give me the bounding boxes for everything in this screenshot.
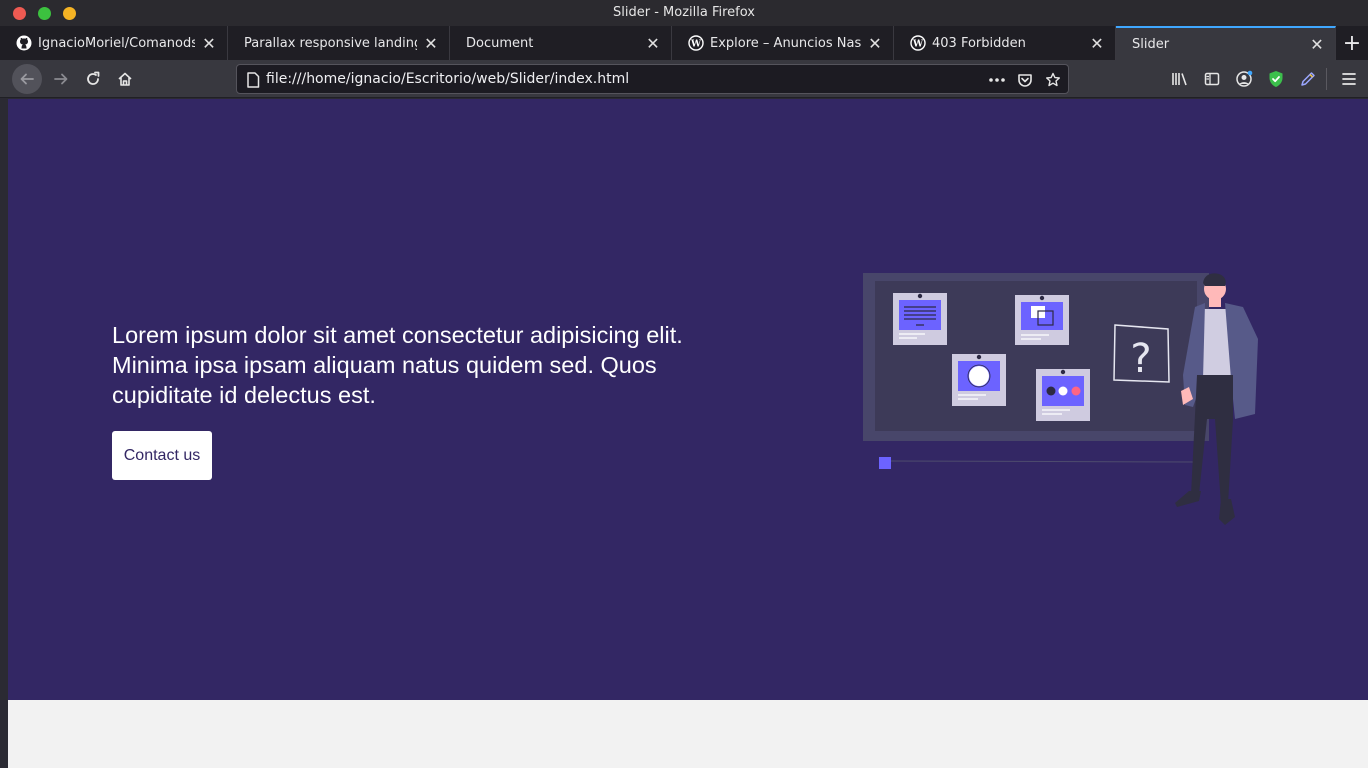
tab-label: IgnacioMoriel/Comanods [38,35,195,51]
tab-parallax[interactable]: Parallax responsive landing p ✕ [228,26,450,60]
more-actions-icon[interactable] [987,70,1007,90]
navigation-toolbar: file:///home/ignacio/Escritorio/web/Slid… [0,60,1368,98]
page-icon [243,70,263,90]
tab-label: 403 Forbidden [932,35,1026,51]
account-icon [1236,70,1253,87]
tab-label: Parallax responsive landing p [244,35,417,51]
account-button[interactable] [1229,64,1259,94]
window-title: Slider - Mozilla Firefox [613,5,755,20]
tab-slider[interactable]: Slider ✕ [1116,26,1336,60]
arrow-right-icon [54,73,68,85]
close-tab-icon[interactable]: ✕ [867,34,883,53]
bookmark-star-icon[interactable] [1043,70,1063,90]
shield-extension-button[interactable] [1261,64,1291,94]
wordpress-icon: W [910,35,926,51]
tab-github[interactable]: IgnacioMoriel/Comanods ✕ [0,26,228,60]
menu-button[interactable] [1334,64,1364,94]
sidebar-icon [1204,72,1220,86]
close-tab-icon[interactable]: ✕ [645,34,661,53]
shield-icon [1269,71,1283,87]
library-icon [1172,73,1187,86]
library-button[interactable] [1165,64,1195,94]
presentation-illustration: ? [863,273,1258,525]
pen-icon [1301,72,1315,86]
tab-label: Document [466,35,534,51]
home-icon [118,72,132,86]
close-tab-icon[interactable]: ✕ [1309,35,1325,54]
url-text[interactable]: file:///home/ignacio/Escritorio/web/Slid… [266,71,629,87]
hamburger-menu-icon [1342,73,1356,85]
contact-us-button[interactable]: Contact us [112,431,212,480]
close-tab-icon[interactable]: ✕ [201,34,217,53]
svg-text:W: W [690,40,702,50]
toolbar-divider [1326,68,1327,90]
pocket-icon[interactable] [1015,70,1035,90]
new-tab-button[interactable]: + [1336,26,1368,60]
forward-button[interactable] [46,64,76,94]
close-tab-icon[interactable]: ✕ [423,34,439,53]
hero-text: Lorem ipsum dolor sit amet consectetur a… [112,322,683,408]
svg-text:W: W [912,40,924,50]
home-button[interactable] [110,64,140,94]
next-section [8,700,1368,768]
tab-strip: IgnacioMoriel/Comanods ✕ Parallax respon… [0,26,1368,60]
back-button[interactable] [12,64,42,94]
pen-extension-button[interactable] [1293,64,1323,94]
left-edge-strip [0,98,8,768]
small-square-icon [879,457,891,469]
window-titlebar: Slider - Mozilla Firefox [0,0,1368,26]
reload-icon [87,71,100,85]
tab-explore[interactable]: W Explore – Anuncios Nash ✕ [672,26,894,60]
tab-document[interactable]: Document ✕ [450,26,672,60]
tab-label: Slider [1132,36,1170,52]
wordpress-icon: W [688,35,704,51]
tab-label: Explore – Anuncios Nash [710,35,861,51]
github-icon [16,35,32,51]
sidebar-button[interactable] [1197,64,1227,94]
arrow-left-icon [20,73,34,85]
reload-button[interactable] [78,64,108,94]
tab-403[interactable]: W 403 Forbidden ✕ [894,26,1116,60]
question-mark: ? [1130,336,1151,382]
address-bar[interactable]: file:///home/ignacio/Escritorio/web/Slid… [236,64,1069,94]
hero-slide: Lorem ipsum dolor sit amet consectetur a… [8,99,1368,700]
close-tab-icon[interactable]: ✕ [1089,34,1105,53]
